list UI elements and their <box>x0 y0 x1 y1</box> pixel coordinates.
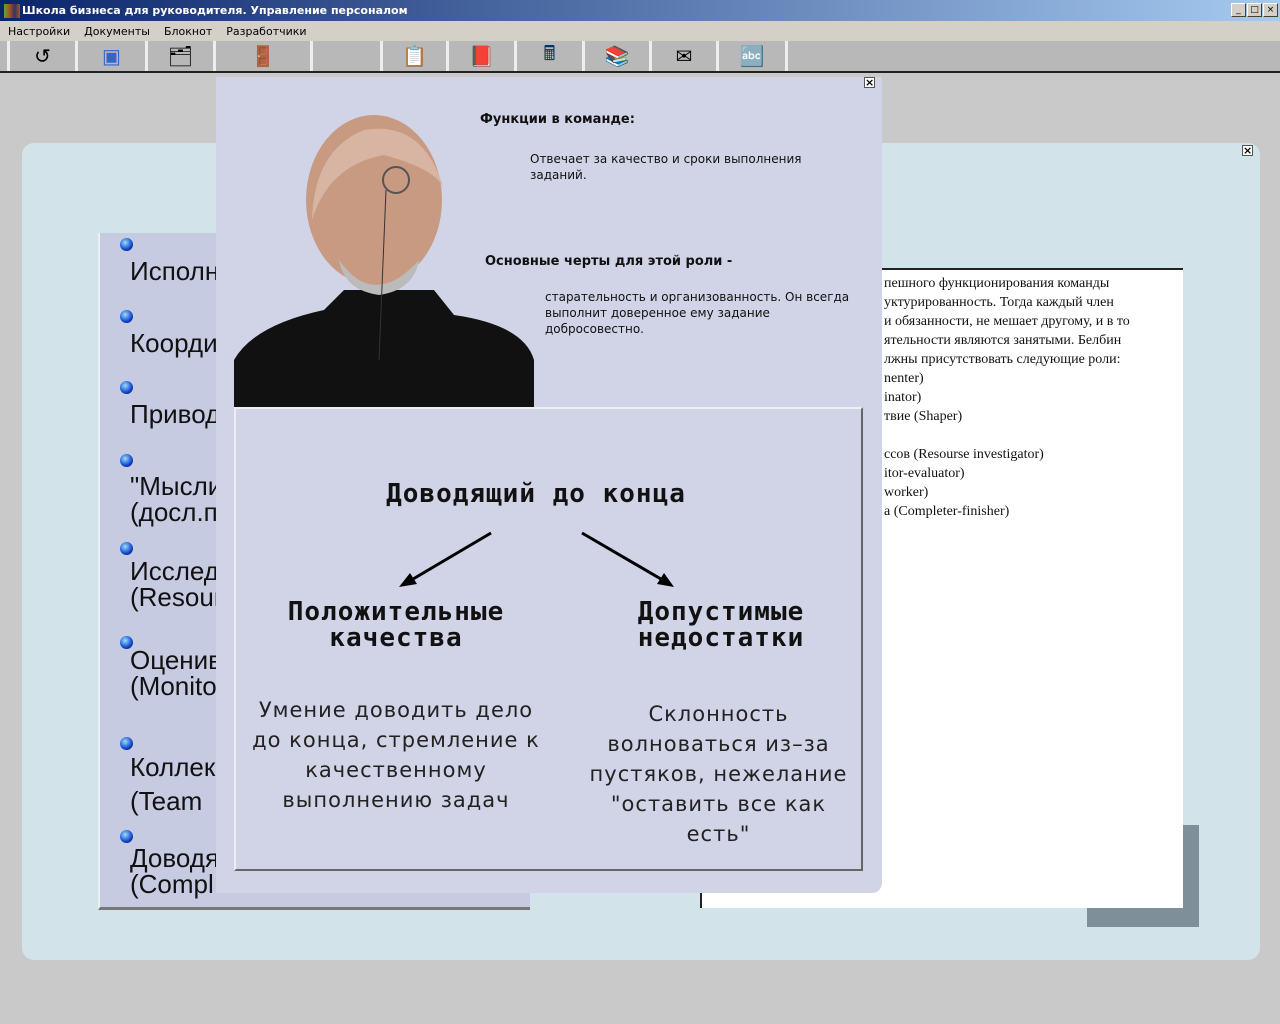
arrow-left-head <box>399 573 417 587</box>
positive-heading: Положительные качества <box>287 597 505 653</box>
menu-documents[interactable]: Документы <box>76 25 156 38</box>
window-title: Школа бизнеса для руководителя. Управлен… <box>22 4 408 17</box>
app-icon <box>4 3 20 18</box>
text-line: и обязанности, не мешает другому, и в то <box>884 314 1130 329</box>
role-item[interactable]: Исслед (Resour <box>130 558 222 610</box>
arrows <box>399 531 674 587</box>
menu-settings[interactable]: Настройки <box>0 25 76 38</box>
text-line: твие (Shaper) <box>884 409 963 424</box>
role-item[interactable]: "Мысли (досл.п <box>130 473 222 525</box>
toolbar-button-clipboard[interactable]: 📋 <box>383 41 449 71</box>
toolbar-button-exit[interactable]: 🚪 <box>216 41 313 71</box>
minimize-button[interactable]: _ <box>1231 3 1246 17</box>
close-window-button[interactable]: × <box>1263 3 1278 17</box>
logo-icon: ↺ <box>34 45 51 68</box>
role-item[interactable]: Исполн <box>130 258 219 284</box>
role-item[interactable]: Доводя (Compl <box>130 845 219 897</box>
role-item[interactable]: Коорди <box>130 330 218 356</box>
text-line: уктурированность. Тогда каждый член <box>884 295 1114 310</box>
calculator-icon: 🖩 <box>543 43 556 65</box>
menu-notebook[interactable]: Блокнот <box>156 25 218 38</box>
arrow-right-head <box>657 573 674 587</box>
close-main-panel-button[interactable]: × <box>1242 145 1253 156</box>
text-line: а (Completer-finisher) <box>884 504 1010 519</box>
text-line: лжны присутствовать следующие роли: <box>884 352 1121 367</box>
close-popup-button[interactable]: × <box>864 77 875 88</box>
functions-text: Отвечает за качество и сроки выполнения … <box>530 152 802 182</box>
maximize-button[interactable]: □ <box>1247 3 1262 17</box>
role-popup: × Функции в команде: Отвечает за качеств… <box>216 77 882 893</box>
toolbar: ↺ ▣ 🗂 🚪 📋 📕 🖩 📚 ✉ 🔤 <box>0 41 1280 73</box>
notebook-icon: 📕 <box>469 45 494 68</box>
books-icon: 📚 <box>604 45 630 68</box>
toolbar-button-abc[interactable]: 🔤 <box>719 41 788 71</box>
bullet-icon <box>120 830 133 843</box>
toolbar-button-logo[interactable]: ↺ <box>10 41 78 71</box>
mail-icon: ✉ <box>675 45 693 68</box>
clipboard-icon: 📋 <box>402 45 427 68</box>
bullet-icon <box>120 737 133 750</box>
toolbar-button-books[interactable]: 📚 <box>585 41 652 71</box>
menu-bar: Настройки Документы Блокнот Разработчики <box>0 21 1280 41</box>
functions-heading: Функции в команде: <box>480 112 635 127</box>
text-line: ссов (Resourse investigator) <box>884 447 1044 462</box>
role-item[interactable]: Коллек (Team <box>130 750 215 818</box>
arrow-left-icon <box>407 531 492 584</box>
arrow-right-icon <box>581 531 667 584</box>
bullet-icon <box>120 542 133 555</box>
negative-heading: Допустимые недостатки <box>637 597 805 653</box>
abc-icon: 🔤 <box>739 45 765 68</box>
bullet-icon <box>120 238 133 251</box>
traits-heading: Основные черты для этой роли - <box>485 254 733 269</box>
role-item[interactable]: Привод <box>130 401 220 427</box>
menu-developers[interactable]: Разработчики <box>218 25 312 38</box>
toolbar-button-notebook[interactable]: 📕 <box>449 41 517 71</box>
role-summary-box: Доводящий до конца Положительные качеств… <box>234 407 863 871</box>
toolbar-spacer <box>313 41 383 71</box>
bullet-icon <box>120 310 133 323</box>
bullet-icon <box>120 454 133 467</box>
positive-text: Умение доводить дело до конца, стремлени… <box>252 698 540 812</box>
text-line: inator) <box>884 390 922 405</box>
text-line: пешного функционирования команды <box>884 276 1110 291</box>
cubes-icon: ▣ <box>102 45 121 68</box>
title-bar: Школа бизнеса для руководителя. Управлен… <box>0 0 1280 21</box>
toolbar-button-folders[interactable]: 🗂 <box>148 41 216 71</box>
toolbar-button-calculator[interactable]: 🖩 <box>517 41 585 71</box>
text-line: itor-evaluator) <box>884 466 965 481</box>
folders-icon: 🗂 <box>167 45 194 68</box>
traits-text: старательность и организованность. Он вс… <box>545 290 850 336</box>
toolbar-edge <box>0 41 10 71</box>
toolbar-button-mail[interactable]: ✉ <box>652 41 719 71</box>
text-line <box>884 426 1166 445</box>
role-item[interactable]: Оценив (Monito <box>130 647 222 699</box>
negative-text: Склонность волноваться из–за пустяков, н… <box>589 702 848 846</box>
description-text: пешного функционирования команды уктурир… <box>884 274 1166 521</box>
text-line: nenter) <box>884 371 924 386</box>
text-line: ятельности являются занятыми. Белбин <box>884 333 1122 348</box>
toolbar-button-cubes[interactable]: ▣ <box>78 41 148 71</box>
exit-door-icon: 🚪 <box>250 45 276 68</box>
bullet-icon <box>120 381 133 394</box>
text-line: worker) <box>884 485 929 500</box>
